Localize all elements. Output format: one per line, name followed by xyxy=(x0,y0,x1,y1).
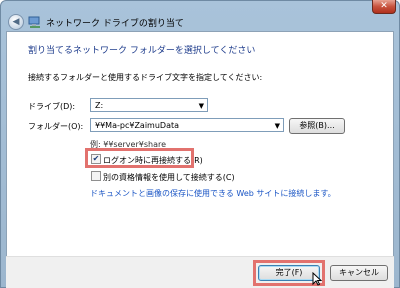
instruction-text: 接続するフォルダーと使用するドライブ文字を指定してください: xyxy=(28,73,263,82)
close-button[interactable]: ✕ xyxy=(372,0,396,14)
network-drive-icon xyxy=(28,16,40,28)
web-site-link[interactable]: ドキュメントと画像の保存に使用できる Web サイトに接続します。 xyxy=(90,188,336,199)
mouse-cursor-icon xyxy=(312,272,322,286)
drive-label: ドライブ(D): xyxy=(28,102,76,111)
dropdown-arrow-icon: ▼ xyxy=(198,102,204,110)
folder-input-value: ¥¥Ma-pc¥ZaimuData xyxy=(95,121,180,130)
close-icon: ✕ xyxy=(380,1,388,11)
cancel-button[interactable]: キャンセル xyxy=(330,265,388,281)
reconnect-highlight xyxy=(85,148,194,168)
dropdown-arrow-icon: ▼ xyxy=(274,122,280,130)
dialog-title: ネットワーク ドライブの割り当て xyxy=(46,19,184,29)
browse-button[interactable]: 参照(B)... xyxy=(289,118,345,134)
other-credentials-label[interactable]: 別の資格情報を使用して接続する(C) xyxy=(103,172,235,183)
drive-select-value: Z: xyxy=(95,101,104,110)
folder-label: フォルダー(O): xyxy=(28,122,84,131)
back-button[interactable]: ◀ xyxy=(8,14,24,30)
folder-input[interactable]: ¥¥Ma-pc¥ZaimuData ▼ xyxy=(90,118,284,132)
drive-select[interactable]: Z: ▼ xyxy=(90,98,208,112)
other-credentials-checkbox[interactable] xyxy=(91,171,101,181)
page-heading: 割り当てるネットワーク フォルダーを選択してください xyxy=(28,46,256,56)
back-arrow-icon: ◀ xyxy=(12,17,20,27)
